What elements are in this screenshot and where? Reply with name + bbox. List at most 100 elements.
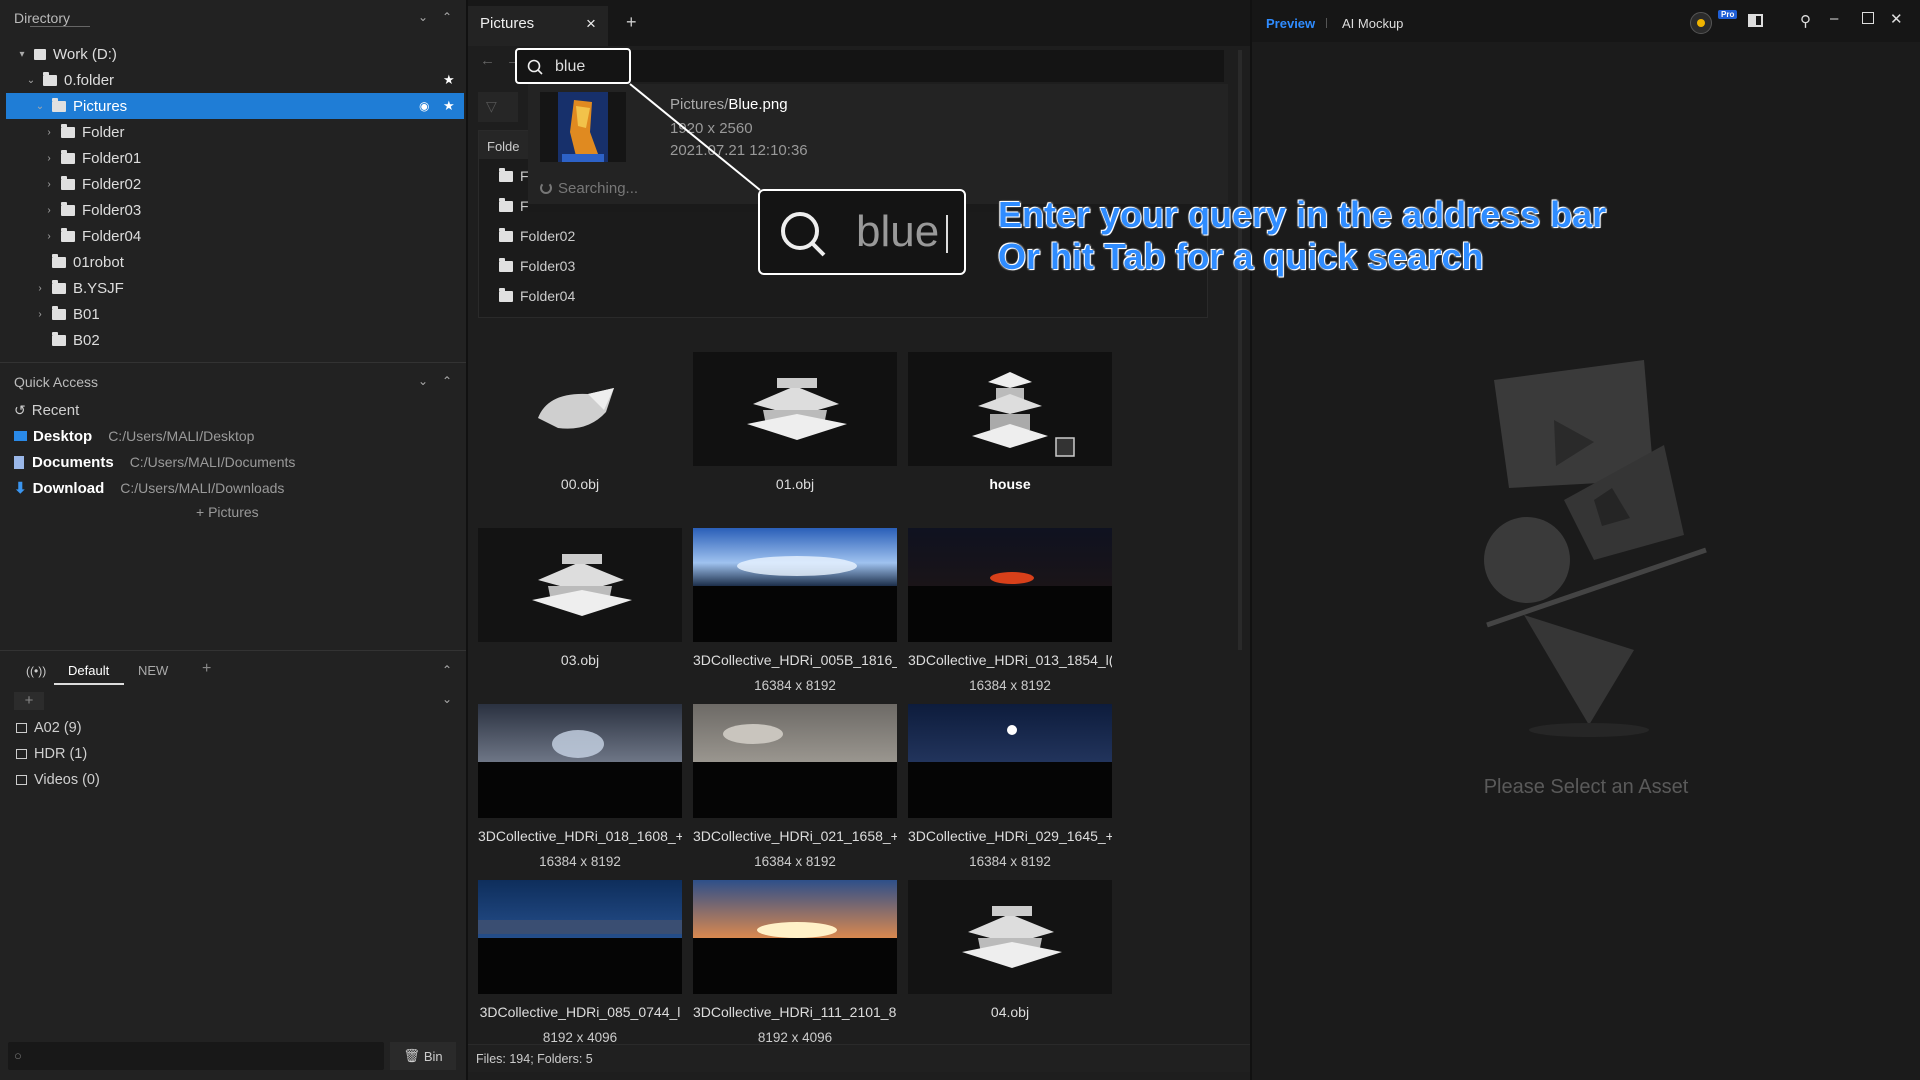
tree-item[interactable]: ⌄ 0.folder (6, 67, 464, 93)
asset-thumbnail[interactable] (908, 528, 1112, 642)
broadcast-icon[interactable]: ((•)) (26, 664, 46, 678)
tree-item[interactable]: › B01 (6, 301, 464, 327)
documents-path: C:/Users/MALI/Documents (129, 454, 296, 470)
chevron-icon[interactable]: › (43, 205, 55, 216)
chevron-icon[interactable]: › (43, 231, 55, 242)
bin-button[interactable]: 🗑 Bin (390, 1042, 456, 1070)
tree-item[interactable]: ▾ Work (D:) (6, 41, 464, 67)
tab-new[interactable]: NEW (138, 663, 168, 678)
asset-card[interactable]: 3DCollective_HDRi_013_1854_l(16384 x 819… (908, 528, 1112, 693)
scrollbar[interactable] (1238, 50, 1242, 650)
asset-card[interactable]: 03.obj (478, 528, 682, 670)
add-pictures-button[interactable]: + Pictures (196, 504, 259, 520)
user-avatar[interactable] (1690, 12, 1712, 34)
asset-thumbnail[interactable] (693, 880, 897, 994)
folder-item[interactable]: Folder02 (499, 227, 575, 244)
star-icon[interactable]: ★ (443, 98, 455, 114)
asset-card[interactable]: 00.obj (478, 352, 682, 494)
quick-access-documents[interactable]: Documents C:/Users/MALI/Documents (14, 450, 295, 474)
asset-name: house (989, 476, 1031, 492)
asset-card[interactable]: 3DCollective_HDRi_029_1645_+ 16384 x 8192 (908, 704, 1112, 869)
folder-item[interactable]: Folder03 (499, 257, 575, 274)
asset-thumbnail[interactable] (478, 880, 682, 994)
collection-item[interactable]: A02 (9) (16, 716, 82, 740)
collapse-icon[interactable]: ⌄ (442, 692, 452, 706)
chevron-icon[interactable]: › (34, 309, 46, 320)
collapse-icon[interactable]: ⌄ (418, 10, 428, 24)
asset-card[interactable]: 3DCollective_HDRi_111_2101_8K 8192 x 4096 (693, 880, 897, 1045)
asset-thumbnail[interactable] (693, 704, 897, 818)
asset-card[interactable]: 3DCollective_HDRi_085_0744_l 8192 x 4096 (478, 880, 682, 1045)
asset-thumbnail[interactable] (908, 704, 1112, 818)
tree-item[interactable]: › Folder04 (6, 223, 464, 249)
asset-card[interactable]: 04.obj (908, 880, 1112, 1022)
drive-icon (34, 48, 46, 60)
asset-thumbnail[interactable] (908, 352, 1112, 466)
tree-item[interactable]: › Folder03 (6, 197, 464, 223)
tree-item[interactable]: B02 (6, 327, 464, 353)
chevron-icon[interactable]: › (43, 127, 55, 138)
chevron-icon[interactable]: › (43, 179, 55, 190)
expand-up-icon[interactable]: ⌃ (442, 10, 452, 24)
tab-ai-mockup[interactable]: AI Mockup (1342, 16, 1403, 31)
tab-preview[interactable]: Preview (1266, 16, 1315, 31)
chevron-icon[interactable]: ⌄ (34, 101, 46, 112)
add-tab-button[interactable]: + (202, 660, 211, 678)
search-input[interactable]: blue (515, 48, 631, 84)
expand-up-icon[interactable]: ⌃ (442, 663, 452, 677)
asset-card[interactable]: house (908, 352, 1112, 494)
quick-access-desktop[interactable]: Desktop C:/Users/MALI/Desktop (14, 424, 254, 448)
maximize-icon[interactable] (1862, 12, 1874, 24)
asset-card[interactable]: 3DCollective_HDRi_005B_1816_ 16384 x 8192 (693, 528, 897, 693)
tree-item[interactable]: › Folder01 (6, 145, 464, 171)
layout-icon[interactable] (1748, 14, 1763, 27)
folder-item[interactable]: F (499, 197, 529, 214)
asset-thumbnail[interactable] (908, 880, 1112, 994)
status-text: Files: 194; Folders: 5 (476, 1052, 593, 1066)
pin-icon[interactable]: ⚲ (1800, 12, 1811, 30)
close-icon[interactable]: × (586, 14, 596, 34)
chevron-icon[interactable]: › (43, 153, 55, 164)
collection-item[interactable]: HDR (1) (16, 742, 87, 766)
chevron-icon[interactable]: ⌄ (25, 75, 37, 86)
minimize-icon[interactable]: – (1830, 10, 1838, 27)
folder-item[interactable]: F (499, 167, 529, 184)
asset-thumbnail[interactable] (693, 352, 897, 466)
folder-item[interactable]: Folder04 (499, 287, 575, 304)
status-bar: Files: 194; Folders: 5 (468, 1044, 1250, 1072)
filter-button[interactable]: ▽ (478, 92, 518, 122)
quick-access-download[interactable]: ⬇ Download C:/Users/MALI/Downloads (14, 476, 284, 500)
left-search-input[interactable]: ○ (8, 1042, 384, 1070)
tree-item[interactable]: › Folder02 (6, 171, 464, 197)
tab-default[interactable]: Default (68, 663, 109, 678)
folder-panel-tab[interactable]: Folde (479, 131, 529, 159)
back-arrow-icon[interactable]: ← (480, 52, 495, 69)
eye-icon[interactable]: ◉ (419, 99, 429, 113)
add-collection-button[interactable]: + (14, 692, 44, 710)
collection-item[interactable]: Videos (0) (16, 768, 100, 792)
new-tab-button[interactable]: + (626, 12, 637, 33)
search-icon (781, 212, 826, 257)
chevron-icon[interactable]: ▾ (16, 49, 28, 60)
tree-item[interactable]: ⌄ Pictures (6, 93, 464, 119)
star-icon[interactable]: ★ (443, 72, 455, 88)
asset-thumbnail[interactable] (478, 352, 682, 466)
tree-item[interactable]: › Folder (6, 119, 464, 145)
tree-item[interactable]: 01robot (6, 249, 464, 275)
chevron-icon[interactable]: › (34, 283, 46, 294)
close-icon[interactable]: ✕ (1890, 10, 1903, 28)
asset-thumbnail[interactable] (693, 528, 897, 642)
asset-thumbnail[interactable] (478, 528, 682, 642)
asset-card[interactable]: 3DCollective_HDRi_021_1658_+ 16384 x 8192 (693, 704, 897, 869)
callout-text: Enter your query in the address bar Or h… (998, 194, 1606, 278)
tab-title: Pictures (480, 15, 535, 32)
asset-thumbnail[interactable] (478, 704, 682, 818)
collapse-icon[interactable]: ⌄ (418, 374, 428, 388)
expand-up-icon[interactable]: ⌃ (442, 374, 452, 388)
asset-card[interactable]: 01.obj (693, 352, 897, 494)
tab-pictures[interactable]: Pictures × (468, 6, 608, 46)
asset-card[interactable]: 3DCollective_HDRi_018_1608_+ 16384 x 8192 (478, 704, 682, 869)
quick-access-recent[interactable]: ↺ Recent (14, 398, 79, 422)
tree-item[interactable]: › B.YSJF (6, 275, 464, 301)
asset-dimensions: 16384 x 8192 (754, 854, 836, 869)
